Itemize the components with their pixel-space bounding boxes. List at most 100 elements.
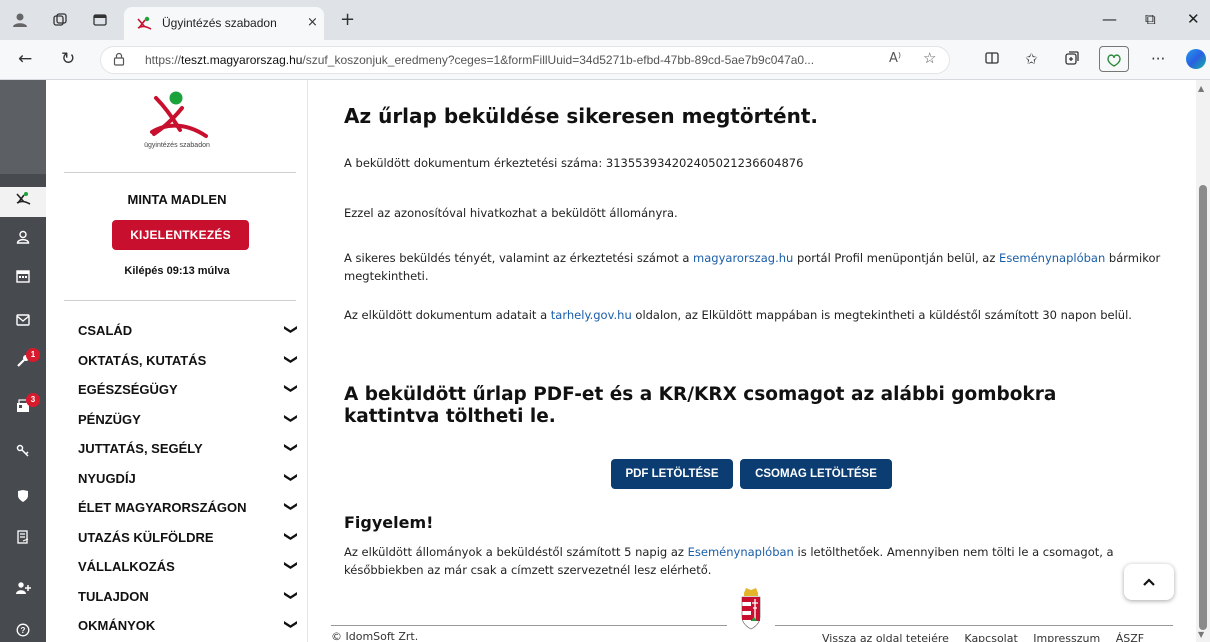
user-name: MINTA MADLEN: [127, 192, 227, 207]
menu-item-okmanyok[interactable]: OKMÁNYOK ❯: [78, 614, 300, 642]
menu-item-label: ÉLET MAGYARORSZÁGON: [78, 500, 247, 515]
sidebar-divider-menu: [64, 300, 296, 301]
menu-item-tulajdon[interactable]: TULAJDON ❯: [78, 585, 300, 615]
url-path: /szuf_koszonjuk_eredmeny?ceges=1&formFil…: [302, 53, 815, 67]
scroll-up-arrow-icon[interactable]: ▲: [1198, 84, 1204, 93]
rail-key-icon[interactable]: [0, 438, 46, 468]
logo-caption: ügyintézés szabadon: [144, 142, 210, 149]
rail-mail-icon[interactable]: [0, 306, 46, 336]
menu-item-vallalkozas[interactable]: VÁLLALKOZÁS ❯: [78, 555, 300, 585]
footer-divider-right: [775, 625, 1173, 626]
tab-close-icon[interactable]: ×: [307, 15, 318, 30]
footer-link-terms[interactable]: ÁSZF: [1116, 632, 1144, 642]
menu-item-utazas[interactable]: UTAZÁS KÜLFÖLDRE ❯: [78, 526, 300, 556]
chevron-down-icon: ❯: [283, 353, 299, 365]
browser-tab[interactable]: Ügyintézés szabadon ×: [124, 7, 324, 40]
scrollbar-thumb[interactable]: [1199, 185, 1207, 630]
rail-shield-icon[interactable]: [0, 483, 46, 513]
footer-links: Vissza az oldal tetejére Kapcsolat Impre…: [822, 632, 1156, 642]
site-info-icon[interactable]: [113, 52, 125, 69]
chevron-down-icon: ❯: [283, 589, 299, 601]
page-scrollbar[interactable]: ▲ ▼: [1196, 80, 1210, 642]
back-icon[interactable]: ←: [18, 49, 32, 69]
restore-button[interactable]: ⧉: [1145, 10, 1156, 28]
tab-actions-icon[interactable]: [92, 12, 108, 32]
read-aloud-icon[interactable]: A⁾: [889, 51, 901, 66]
menu-item-elet[interactable]: ÉLET MAGYARORSZÁGON ❯: [78, 496, 300, 526]
rail-document-sign-icon[interactable]: [0, 524, 46, 554]
attention-heading: Figyelem!: [344, 513, 434, 532]
address-bar[interactable]: https://teszt.magyarorszag.hu/szuf_koszo…: [100, 46, 950, 74]
menu-item-nyugdij[interactable]: NYUGDÍJ ❯: [78, 467, 300, 497]
logout-button[interactable]: KIJELENTKEZÉS: [112, 220, 249, 250]
menu-item-label: VÁLLALKOZÁS: [78, 559, 175, 574]
site-favicon-icon: [137, 16, 152, 30]
tarhely-link[interactable]: tarhely.gov.hu: [551, 308, 632, 322]
rail-documents-icon[interactable]: 3: [0, 393, 46, 423]
collections-icon[interactable]: [1064, 50, 1080, 70]
footer-link-back-to-top[interactable]: Vissza az oldal tetejére: [822, 632, 949, 642]
footer-copyright: © IdomSoft Zrt.: [331, 630, 419, 642]
workspaces-icon[interactable]: [52, 12, 68, 32]
site-logo-icon[interactable]: [138, 88, 218, 144]
tarhely-text-2: oldalon, az Elküldött mappában is megtek…: [631, 308, 1132, 322]
browser-essentials-icon[interactable]: [1099, 46, 1129, 72]
reference-text: Ezzel az azonosítóval hivatkozhat a bekü…: [344, 206, 678, 220]
tarhely-text-1: Az elküldött dokumentum adatait a: [344, 308, 551, 322]
footer-link-impressum[interactable]: Impresszum: [1033, 632, 1100, 642]
rail-documents-badge: 3: [26, 393, 40, 407]
attention-paragraph: Az elküldött állományok a beküldéstől sz…: [344, 543, 1174, 579]
menu-item-csalad[interactable]: CSALÁD ❯: [78, 319, 300, 349]
chevron-down-icon: ❯: [283, 412, 299, 424]
pdf-download-button[interactable]: PDF LETÖLTÉSE: [611, 459, 733, 489]
hungarian-coat-of-arms-icon: [741, 588, 761, 630]
url-host: teszt.magyarorszag.hu: [181, 53, 303, 67]
package-download-button[interactable]: CSOMAG LETÖLTÉSE: [740, 459, 892, 489]
more-options-icon[interactable]: ···: [1151, 50, 1165, 68]
refresh-icon[interactable]: ↻: [61, 49, 75, 69]
menu-item-label: EGÉSZSÉGÜGY: [78, 382, 178, 397]
menu-item-label: CSALÁD: [78, 323, 133, 338]
profile-icon[interactable]: [12, 12, 28, 32]
footer-link-contact[interactable]: Kapcsolat: [964, 632, 1017, 642]
copilot-icon[interactable]: [1186, 49, 1206, 69]
esemenynaplo-link[interactable]: Eseménynaplóban: [999, 251, 1105, 265]
rail-calendar-icon[interactable]: [0, 263, 46, 293]
attention-text-1: Az elküldött állományok a beküldéstől sz…: [344, 545, 688, 559]
scroll-down-arrow-icon[interactable]: ▼: [1198, 630, 1204, 639]
menu-item-oktatas[interactable]: OKTATÁS, KUTATÁS ❯: [78, 349, 300, 379]
browser-side-rail: 1 3 ?: [0, 80, 46, 642]
chevron-down-icon: ❯: [283, 619, 299, 630]
magyarorszag-link[interactable]: magyarorszag.hu: [693, 251, 793, 265]
rail-user-icon[interactable]: [0, 224, 46, 254]
main-content: Az űrlap beküldése sikeresen megtörtént.…: [309, 80, 1183, 642]
profile-paragraph: A sikeres beküldés tényét, valamint az é…: [344, 249, 1174, 285]
favorites-icon[interactable]: ✩: [1025, 50, 1038, 68]
rail-tools-icon[interactable]: 1: [0, 348, 46, 378]
scroll-to-top-button[interactable]: [1124, 564, 1174, 600]
menu-item-egeszsegugy[interactable]: EGÉSZSÉGÜGY ❯: [78, 378, 300, 408]
rail-ugyintezes-icon[interactable]: [0, 187, 46, 217]
menu-item-penzugy[interactable]: PÉNZÜGY ❯: [78, 408, 300, 438]
category-menu: CSALÁD ❯ OKTATÁS, KUTATÁS ❯ EGÉSZSÉGÜGY ❯ P…: [78, 319, 300, 642]
attention-esemenynaplo-link[interactable]: Eseménynaplóban: [688, 545, 794, 559]
chevron-down-icon: ❯: [283, 471, 299, 483]
rail-help-icon[interactable]: ?: [0, 617, 46, 642]
site-sidebar: ügyintézés szabadon MINTA MADLEN KIJELEN…: [46, 80, 308, 642]
menu-item-label: TULAJDON: [78, 588, 149, 604]
new-tab-button[interactable]: +: [340, 9, 355, 30]
rail-add-user-icon[interactable]: [0, 575, 46, 605]
profile-text-1: A sikeres beküldés tényét, valamint az é…: [344, 251, 694, 265]
split-screen-icon[interactable]: [984, 50, 1000, 70]
chevron-down-icon: ❯: [283, 442, 299, 453]
close-window-button[interactable]: ✕: [1187, 10, 1200, 28]
url-scheme: https://: [145, 53, 182, 67]
minimize-button[interactable]: —: [1102, 10, 1117, 28]
footer-divider-left: [331, 625, 727, 626]
menu-item-label: OKTATÁS, KUTATÁS: [78, 352, 207, 368]
browser-titlebar: Ügyintézés szabadon × + — ⧉ ✕: [0, 0, 1210, 40]
chevron-down-icon: ❯: [283, 560, 299, 571]
favorite-star-icon[interactable]: ☆: [923, 49, 936, 67]
menu-item-juttatas[interactable]: JUTTATÁS, SEGÉLY ❯: [78, 437, 300, 467]
menu-item-label: OKMÁNYOK: [78, 618, 156, 633]
